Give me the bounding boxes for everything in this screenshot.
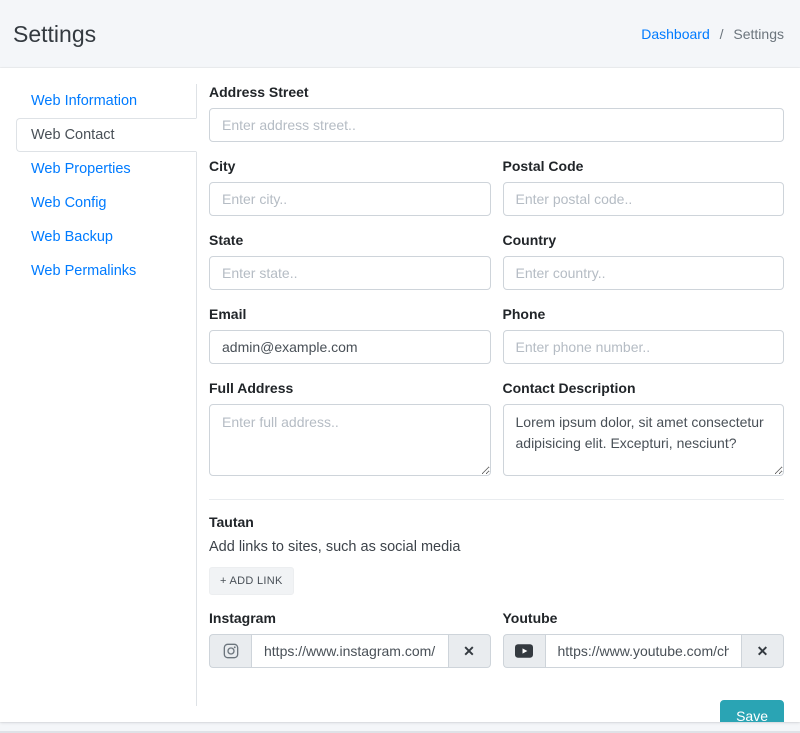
tab-web-information[interactable]: Web Information	[16, 84, 196, 118]
phone-label: Phone	[503, 306, 785, 322]
youtube-label: Youtube	[503, 610, 785, 626]
tab-web-properties[interactable]: Web Properties	[16, 152, 196, 186]
close-icon: ✕	[463, 643, 475, 660]
postal-code-label: Postal Code	[503, 158, 785, 174]
field-country: Country	[503, 232, 785, 290]
close-icon: ✕	[757, 643, 769, 660]
page-title: Settings	[13, 21, 96, 48]
phone-input[interactable]	[503, 330, 785, 364]
address-street-label: Address Street	[209, 84, 784, 100]
field-youtube: Youtube ✕	[503, 610, 785, 668]
web-contact-form: Address Street City Postal Code State	[197, 84, 784, 706]
full-address-textarea[interactable]	[209, 404, 491, 476]
field-city: City	[209, 158, 491, 216]
breadcrumb-separator: /	[720, 26, 724, 42]
instagram-label: Instagram	[209, 610, 491, 626]
field-phone: Phone	[503, 306, 785, 364]
contact-description-textarea[interactable]: Lorem ipsum dolor, sit amet consectetur …	[503, 404, 785, 476]
tab-web-contact[interactable]: Web Contact	[16, 118, 197, 152]
youtube-icon	[503, 634, 545, 668]
instagram-input-group: ✕	[209, 634, 491, 668]
breadcrumb-current: Settings	[733, 26, 784, 42]
field-postal-code: Postal Code	[503, 158, 785, 216]
instagram-remove-button[interactable]: ✕	[449, 634, 491, 668]
instagram-url-input[interactable]	[251, 634, 449, 668]
state-label: State	[209, 232, 491, 248]
city-label: City	[209, 158, 491, 174]
youtube-input-group: ✕	[503, 634, 785, 668]
field-state: State	[209, 232, 491, 290]
field-contact-description: Contact Description Lorem ipsum dolor, s…	[503, 380, 785, 481]
field-full-address: Full Address	[209, 380, 491, 481]
settings-card: Web Information Web Contact Web Properti…	[0, 68, 800, 722]
youtube-remove-button[interactable]: ✕	[742, 634, 784, 668]
city-input[interactable]	[209, 182, 491, 216]
state-input[interactable]	[209, 256, 491, 290]
add-link-button[interactable]: + ADD LINK	[209, 567, 294, 595]
field-instagram: Instagram ✕	[209, 610, 491, 668]
breadcrumb: Dashboard / Settings	[641, 26, 784, 42]
settings-tab-list: Web Information Web Contact Web Properti…	[16, 84, 197, 706]
email-label: Email	[209, 306, 491, 322]
full-address-label: Full Address	[209, 380, 491, 396]
field-email: Email	[209, 306, 491, 364]
links-section-subtitle: Add links to sites, such as social media	[209, 539, 784, 555]
settings-card-body: Web Information Web Contact Web Properti…	[0, 68, 800, 722]
postal-code-input[interactable]	[503, 182, 785, 216]
links-section-title: Tautan	[209, 514, 784, 530]
tab-web-config[interactable]: Web Config	[16, 186, 196, 220]
breadcrumb-dashboard-link[interactable]: Dashboard	[641, 26, 710, 42]
tab-web-permalinks[interactable]: Web Permalinks	[16, 254, 196, 288]
instagram-icon	[209, 634, 251, 668]
email-input[interactable]	[209, 330, 491, 364]
page-header: Settings Dashboard / Settings	[0, 0, 800, 68]
contact-description-label: Contact Description	[503, 380, 785, 396]
tab-web-backup[interactable]: Web Backup	[16, 220, 196, 254]
address-street-input[interactable]	[209, 108, 784, 142]
youtube-url-input[interactable]	[545, 634, 743, 668]
form-actions: Save	[209, 700, 784, 722]
field-address-street: Address Street	[209, 84, 784, 142]
save-button[interactable]: Save	[720, 700, 784, 722]
country-input[interactable]	[503, 256, 785, 290]
country-label: Country	[503, 232, 785, 248]
section-divider	[209, 499, 784, 500]
